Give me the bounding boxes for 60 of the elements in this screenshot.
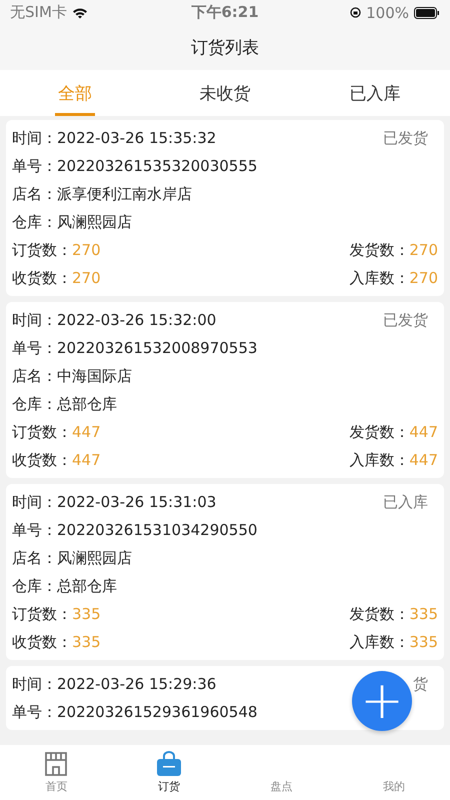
nav-tab[interactable]: 订货 (112, 745, 225, 800)
order-time: 时间：2022-03-26 15:29:36 (12, 674, 216, 694)
order-number: 单号：202203261529361960548 (12, 702, 258, 722)
store-name: 店名：派享便利江南水岸店 (12, 184, 192, 204)
count-value: 270 (72, 241, 101, 259)
order-card[interactable]: 时间：2022-03-26 15:32:00 已发货 单号：202203261532008970553 店名：中海国际店 仓库：总部仓库 订货数：447 发货数：447 收货数：447 入库数：447 (6, 302, 444, 478)
order-number: 单号：202203261535320030555 (12, 156, 258, 176)
count-label: 入库数： (349, 268, 410, 288)
order-card[interactable]: 时间：2022-03-26 15:31:03 已入库 单号：202203261531034290550 店名：风澜熙园店 仓库：总部仓库 订货数：335 发货数：335 收货数：335 入库数：335 (6, 484, 444, 660)
count-label: 订货数： (12, 604, 72, 624)
count-value: 270 (409, 269, 438, 287)
battery-percent: 100% (366, 4, 409, 22)
count-value: 335 (72, 605, 101, 623)
bag-icon (156, 751, 182, 777)
clock-time: 下午6:21 (191, 3, 259, 22)
order-status: 已发货 (382, 310, 429, 330)
order-status: 已发货 (382, 128, 429, 148)
count-label: 发货数： (349, 422, 410, 442)
order-time: 时间：2022-03-26 15:35:32 (12, 128, 216, 148)
page-title: 订货列表 (191, 37, 259, 59)
count-label: 收货数： (12, 450, 72, 470)
order-status: 已入库 (382, 492, 429, 512)
count-value: 447 (72, 423, 101, 441)
nav-tab[interactable]: 我的 (338, 745, 450, 800)
order-status: 货 (412, 674, 429, 694)
warehouse-name: 仓库：总部仓库 (12, 576, 117, 596)
count-label: 收货数： (12, 632, 72, 652)
carrier-text: 无SIM卡 (10, 3, 67, 22)
count-label: 发货数： (349, 240, 410, 260)
rotation-lock-icon (350, 7, 362, 18)
count-value: 447 (409, 423, 438, 441)
battery-icon (414, 6, 440, 18)
count-value: 270 (409, 241, 438, 259)
tab[interactable]: 已入库 (300, 70, 450, 116)
order-card[interactable]: 时间：2022-03-26 15:35:32 已发货 单号：202203261535320030555 店名：派享便利江南水岸店 仓库：风澜熙园店 订货数：270 发货数：270 收货数：270 入库数：270 (6, 120, 444, 296)
warehouse-name: 仓库：风澜熙园店 (12, 212, 132, 232)
shop-icon (44, 751, 68, 777)
order-number: 单号：202203261532008970553 (12, 338, 258, 358)
nav-tab[interactable]: 首页 (0, 745, 112, 800)
count-value: 270 (72, 269, 101, 287)
order-number: 单号：202203261531034290550 (12, 520, 258, 540)
store-name: 店名：中海国际店 (12, 366, 132, 386)
count-value: 447 (72, 451, 101, 469)
count-label: 发货数： (349, 604, 410, 624)
warehouse-name: 仓库：总部仓库 (12, 394, 117, 414)
store-name: 店名：风澜熙园店 (12, 548, 132, 568)
order-time: 时间：2022-03-26 15:31:03 (12, 492, 216, 512)
count-label: 入库数： (349, 450, 410, 470)
count-value: 335 (409, 633, 438, 651)
nav-tab[interactable]: 盘点 (225, 745, 338, 800)
order-time: 时间：2022-03-26 15:32:00 (12, 310, 216, 330)
count-label: 入库数： (349, 632, 410, 652)
tab[interactable]: 未收货 (150, 70, 300, 116)
count-value: 335 (409, 605, 438, 623)
count-label: 订货数： (12, 422, 72, 442)
count-label: 收货数： (12, 268, 72, 288)
count-label: 订货数： (12, 240, 72, 260)
count-value: 447 (409, 451, 438, 469)
count-value: 335 (72, 633, 101, 651)
wifi-icon (72, 6, 88, 18)
